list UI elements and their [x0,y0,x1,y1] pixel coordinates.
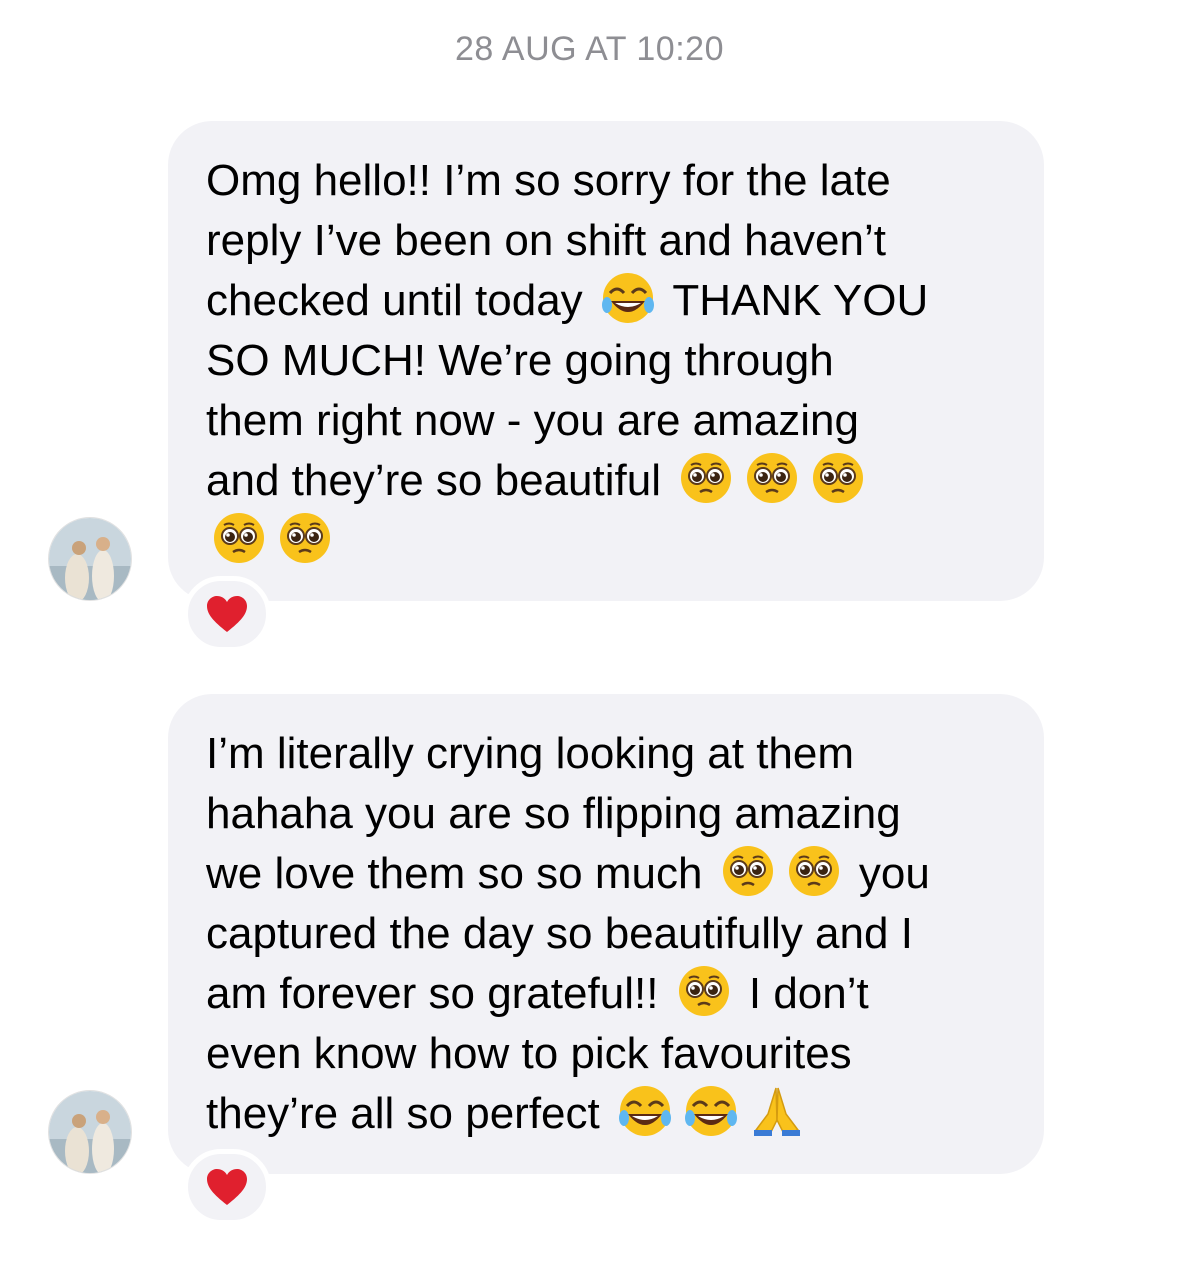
face-with-tears-of-joy-icon [618,1084,672,1138]
face-with-tears-of-joy-icon [601,271,655,325]
message-line: reply I’ve been on shift and haven’t [206,211,1006,271]
pleading-face-icon [745,451,799,505]
face-with-tears-of-joy-icon [684,1084,738,1138]
message-text: we love them so so much [206,849,715,898]
pleading-face-icon [811,451,865,505]
message-text: I’m literally crying looking at them [206,729,855,778]
message-text: checked until today [206,276,595,325]
message-line: we love them so so much you [206,844,1006,904]
message-line: checked until today THANK YOU [206,271,1006,331]
pleading-face-icon [721,844,775,898]
pleading-face-icon [212,511,266,565]
pleading-face-icon [677,964,731,1018]
folded-hands-icon [750,1084,804,1138]
message-line: even know how to pick favourites [206,1024,1006,1084]
message-bubble[interactable]: I’m literally crying looking at them haha… [168,694,1044,1174]
message-text: captured the day so beautifully and I [206,909,913,958]
message-text: even know how to pick favourites [206,1029,852,1078]
heart-reaction[interactable] [183,1149,271,1225]
message-line: Omg hello!! I’m so sorry for the late [206,151,1006,211]
sender-avatar[interactable] [48,517,132,601]
heart-reaction[interactable] [183,576,271,652]
conversation-view: 28 AUG AT 10:20 Omg hello!! I’m so sorry… [0,0,1179,1269]
message-line: and they’re so beautiful [206,451,1006,511]
message-line: captured the day so beautifully and I [206,904,1006,964]
pleading-face-icon [679,451,733,505]
message-line: they’re all so perfect [206,1084,1006,1144]
message-text: reply I’ve been on shift and haven’t [206,216,887,265]
message-line: I’m literally crying looking at them [206,724,1006,784]
message-line [206,511,1006,571]
message-line: hahaha you are so flipping amazing [206,784,1006,844]
pleading-face-icon [787,844,841,898]
red-heart-icon [207,1169,247,1205]
message-text: THANK YOU [660,276,929,325]
message-timestamp: 28 AUG AT 10:20 [455,30,724,68]
message-bubble[interactable]: Omg hello!! I’m so sorry for the late rep… [168,121,1044,601]
sender-avatar[interactable] [48,1090,132,1174]
message-text: they’re all so perfect [206,1089,612,1138]
message-line: SO MUCH! We’re going through [206,331,1006,391]
message-text: SO MUCH! We’re going through [206,336,834,385]
message-line: them right now - you are amazing [206,391,1006,451]
message-text: you [846,849,930,898]
red-heart-icon [207,596,247,632]
message-text: hahaha you are so flipping amazing [206,789,901,838]
message-text: Omg hello!! I’m so sorry for the late [206,156,891,205]
pleading-face-icon [278,511,332,565]
message-text: I don’t [736,969,869,1018]
message-text: and they’re so beautiful [206,456,674,505]
message-line: am forever so grateful!! I don’t [206,964,1006,1024]
message-text: them right now - you are amazing [206,396,859,445]
message-text: am forever so grateful!! [206,969,671,1018]
